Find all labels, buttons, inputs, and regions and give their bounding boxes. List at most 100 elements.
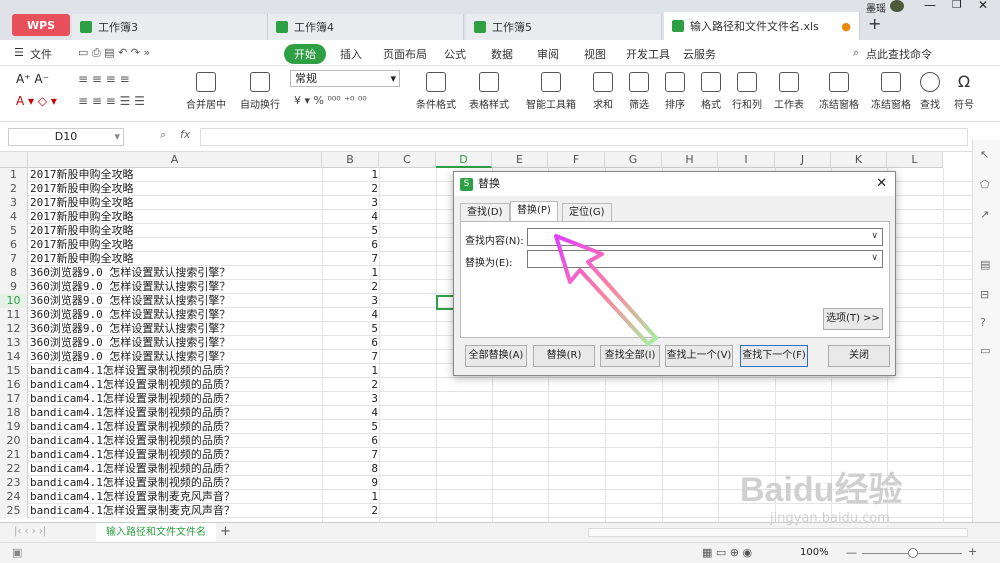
avatar[interactable] bbox=[890, 0, 904, 12]
col-header-f[interactable]: F bbox=[548, 152, 605, 168]
cell-b[interactable]: 2 bbox=[322, 182, 378, 196]
row-number[interactable]: 16 bbox=[0, 378, 28, 392]
cell-b[interactable]: 6 bbox=[322, 238, 378, 252]
table-row[interactable]: 20 bandicam4.1怎样设置录制视频的品质？ 6 bbox=[0, 434, 972, 448]
row-number[interactable]: 8 bbox=[0, 266, 28, 280]
col-header-b[interactable]: B bbox=[322, 152, 379, 168]
line-icon[interactable]: ↗ bbox=[980, 208, 989, 221]
font-color-icon[interactable]: A ▾ ◇ ▾ bbox=[16, 94, 57, 108]
zoom-level[interactable]: 100% bbox=[800, 547, 829, 558]
table-row[interactable]: 18 bandicam4.1怎样设置录制视频的品质？ 4 bbox=[0, 406, 972, 420]
cell-b[interactable]: 7 bbox=[322, 448, 378, 462]
cell-a[interactable]: bandicam4.1怎样设置录制视频的品质？ bbox=[30, 462, 235, 476]
format-button[interactable]: 格式 bbox=[694, 72, 728, 111]
menu-item-review[interactable]: 审阅 bbox=[537, 46, 559, 62]
cell-b[interactable]: 9 bbox=[322, 476, 378, 490]
cell-a[interactable]: bandicam4.1怎样设置录制麦克风声音？ bbox=[30, 490, 235, 504]
add-sheet-button[interactable]: + bbox=[220, 524, 231, 539]
zoom-formula-icon[interactable]: ⌕ bbox=[160, 128, 166, 142]
cell-a[interactable]: 2017新股申购全攻略 bbox=[30, 196, 134, 210]
row-number[interactable]: 10 bbox=[0, 294, 28, 308]
cell-a[interactable]: 360浏览器9.0 怎样设置默认搜索引擎？ bbox=[30, 308, 230, 322]
cell-b[interactable]: 6 bbox=[322, 336, 378, 350]
cell-b[interactable]: 1 bbox=[322, 168, 378, 182]
row-number[interactable]: 3 bbox=[0, 196, 28, 210]
row-number[interactable]: 13 bbox=[0, 336, 28, 350]
row-number[interactable]: 4 bbox=[0, 210, 28, 224]
smart-toolbox-button[interactable]: 智能工具箱 bbox=[526, 72, 576, 111]
wrap-text-button[interactable]: 自动换行 bbox=[240, 72, 280, 111]
cell-a[interactable]: bandicam4.1怎样设置录制麦克风声音？ bbox=[30, 504, 235, 518]
cell-a[interactable]: 2017新股申购全攻略 bbox=[30, 210, 134, 224]
col-header-d[interactable]: D bbox=[436, 152, 492, 168]
cell-b[interactable]: 5 bbox=[322, 224, 378, 238]
row-number[interactable]: 18 bbox=[0, 406, 28, 420]
help-icon[interactable]: ? bbox=[980, 316, 986, 329]
cell-a[interactable]: 360浏览器9.0 怎样设置默认搜索引擎？ bbox=[30, 322, 230, 336]
tab-active-file[interactable]: 输入路径和文件文件名.xls ● bbox=[664, 12, 860, 40]
cell-a[interactable]: 2017新股申购全攻略 bbox=[30, 168, 134, 182]
options-button[interactable]: 选项(T) >> bbox=[823, 308, 883, 330]
cell-a[interactable]: 2017新股申购全攻略 bbox=[30, 224, 134, 238]
cell-b[interactable]: 3 bbox=[322, 294, 378, 308]
font-size-increase-icon[interactable]: A⁺ A⁻ bbox=[16, 72, 49, 86]
merge-center-button[interactable]: 合并居中 bbox=[186, 72, 226, 111]
chevron-down-icon[interactable]: ∨ bbox=[871, 231, 878, 241]
tab-workbook3[interactable]: 工作簿3 bbox=[72, 14, 268, 40]
chevron-down-icon[interactable]: ∨ bbox=[871, 253, 878, 263]
number-format-select[interactable]: 常规 ▾ bbox=[290, 70, 400, 87]
cell-b[interactable]: 2 bbox=[322, 504, 378, 518]
cell-b[interactable]: 1 bbox=[322, 490, 378, 504]
worksheet-button[interactable]: 工作表 bbox=[770, 72, 808, 111]
cell-b[interactable]: 1 bbox=[322, 266, 378, 280]
col-header-g[interactable]: G bbox=[605, 152, 662, 168]
tab-replace[interactable]: 替换(P) bbox=[510, 201, 558, 222]
row-number[interactable]: 22 bbox=[0, 462, 28, 476]
new-tab-button[interactable]: + bbox=[868, 14, 881, 33]
align-icons[interactable]: ≡ ≡ ≡ ≡ bbox=[78, 72, 130, 86]
row-number[interactable]: 14 bbox=[0, 350, 28, 364]
command-search[interactable]: 点此查找命令 bbox=[866, 46, 932, 62]
cell-a[interactable]: bandicam4.1怎样设置录制视频的品质？ bbox=[30, 476, 235, 490]
cell-b[interactable]: 4 bbox=[322, 406, 378, 420]
quick-access-icons[interactable]: ▭ ⎙ ▤ ↶ ↷ » bbox=[78, 46, 150, 60]
menu-item-page-layout[interactable]: 页面布局 bbox=[383, 46, 427, 62]
wps-home-button[interactable]: WPS bbox=[12, 14, 70, 36]
menu-item-data[interactable]: 数据 bbox=[491, 46, 513, 62]
cell-a[interactable]: 360浏览器9.0 怎样设置默认搜索引擎？ bbox=[30, 294, 230, 308]
col-header-l[interactable]: L bbox=[887, 152, 943, 168]
more-icon[interactable]: ▭ bbox=[980, 344, 990, 357]
cell-a[interactable]: bandicam4.1怎样设置录制视频的品质？ bbox=[30, 406, 235, 420]
col-header-a[interactable]: A bbox=[28, 152, 322, 168]
table-row[interactable]: 21 bandicam4.1怎样设置录制视频的品质？ 7 bbox=[0, 448, 972, 462]
row-number[interactable]: 6 bbox=[0, 238, 28, 252]
zoom-slider-handle[interactable] bbox=[908, 548, 918, 558]
col-header-i[interactable]: I bbox=[718, 152, 775, 168]
find-button[interactable]: 查找 bbox=[914, 72, 946, 111]
row-number[interactable]: 1 bbox=[0, 168, 28, 182]
minimize-button[interactable]: — bbox=[924, 0, 936, 12]
tab-workbook4[interactable]: 工作簿4 bbox=[268, 14, 464, 40]
row-number[interactable]: 17 bbox=[0, 392, 28, 406]
find-previous-button[interactable]: 查找上一个(V) bbox=[665, 345, 733, 367]
row-number[interactable]: 15 bbox=[0, 364, 28, 378]
freeze-panes-button[interactable]: 冻结窗格 bbox=[815, 72, 863, 111]
cell-b[interactable]: 7 bbox=[322, 252, 378, 266]
fx-icon[interactable]: fx bbox=[180, 128, 190, 141]
tab-workbook5[interactable]: 工作簿5 bbox=[466, 14, 662, 40]
find-all-button[interactable]: 查找全部(I) bbox=[600, 345, 660, 367]
macro-icon[interactable]: ▣ bbox=[12, 546, 22, 559]
zoom-out-button[interactable]: — bbox=[846, 546, 857, 559]
cell-a[interactable]: 360浏览器9.0 怎样设置默认搜索引擎？ bbox=[30, 266, 230, 280]
row-col-button[interactable]: 行和列 bbox=[728, 72, 766, 111]
cell-b[interactable]: 8 bbox=[322, 462, 378, 476]
table-row[interactable]: 19 bandicam4.1怎样设置录制视频的品质？ 5 bbox=[0, 420, 972, 434]
cell-b[interactable]: 4 bbox=[322, 308, 378, 322]
menu-item-insert[interactable]: 插入 bbox=[340, 46, 362, 62]
name-box[interactable]: D10 ▾ bbox=[8, 128, 124, 146]
col-header-c[interactable]: C bbox=[379, 152, 436, 168]
sheet-tab-active[interactable]: 输入路径和文件文件名 bbox=[96, 523, 216, 542]
col-header-k[interactable]: K bbox=[831, 152, 887, 168]
cell-b[interactable]: 4 bbox=[322, 210, 378, 224]
cell-a[interactable]: bandicam4.1怎样设置录制视频的品质？ bbox=[30, 392, 235, 406]
